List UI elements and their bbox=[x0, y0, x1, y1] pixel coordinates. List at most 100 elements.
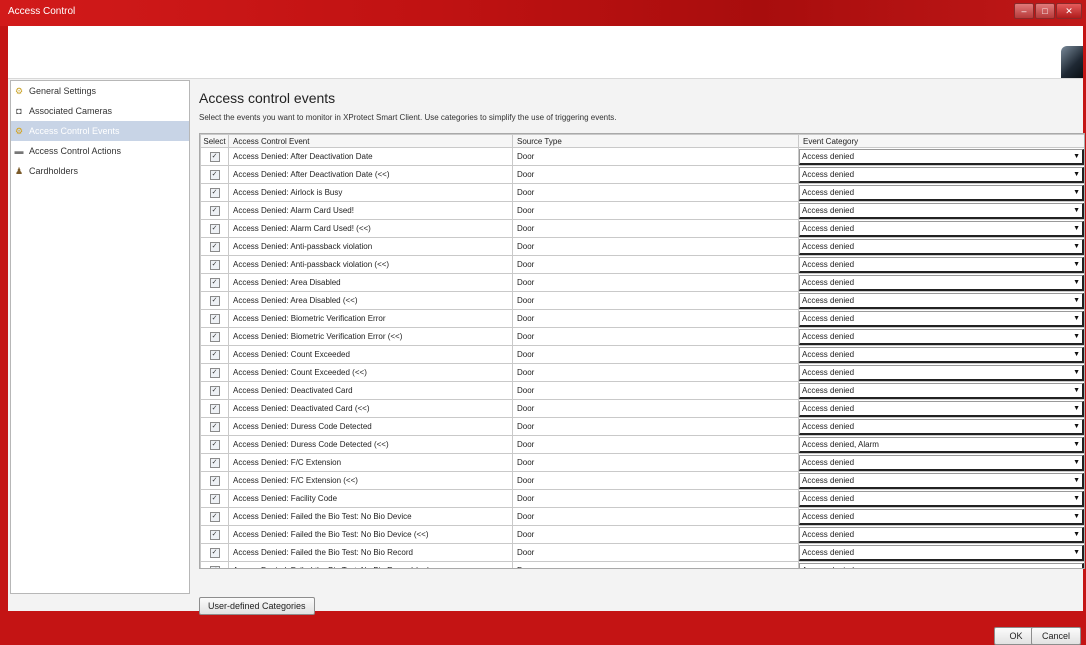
select-checkbox[interactable]: ✓ bbox=[209, 242, 220, 252]
maximize-button[interactable]: □ bbox=[1035, 3, 1055, 19]
table-row[interactable]: ✓ Access Denied: Count Exceeded (<<) Door A… bbox=[200, 363, 1084, 382]
column-header-select[interactable]: Select bbox=[200, 134, 229, 148]
select-checkbox[interactable]: ✓ bbox=[209, 224, 220, 234]
column-header-event[interactable]: Access Control Event bbox=[228, 134, 513, 148]
select-checkbox[interactable]: ✓ bbox=[209, 332, 220, 342]
select-checkbox[interactable]: ✓ bbox=[209, 152, 220, 162]
table-row[interactable]: ✓ Access Denied: Deactivated Card (<<) Doo… bbox=[200, 399, 1084, 418]
dropdown-arrow-icon[interactable]: ▼ bbox=[1073, 366, 1080, 379]
table-row[interactable]: ✓ Access Denied: Anti-passback violation … bbox=[200, 255, 1084, 274]
dropdown-arrow-icon[interactable]: ▼ bbox=[1073, 420, 1080, 433]
event-category-dropdown[interactable]: Access denied ▼ bbox=[799, 257, 1084, 273]
table-row[interactable]: ✓ Access Denied: F/C Extension (<<) Door Ac… bbox=[200, 471, 1084, 490]
event-category-dropdown[interactable]: Access denied ▼ bbox=[799, 239, 1084, 255]
sidebar-item-cardholders[interactable]: ♟ Cardholders bbox=[11, 161, 189, 181]
table-row[interactable]: ✓ Access Denied: Failed the Bio Test: No … bbox=[200, 561, 1084, 568]
table-row[interactable]: ✓ Access Denied: Anti-passback violation D… bbox=[200, 237, 1084, 256]
event-category-dropdown[interactable]: Access denied ▼ bbox=[799, 383, 1084, 399]
table-row[interactable]: ✓ Access Denied: Biometric Verification E… bbox=[200, 327, 1084, 346]
dropdown-arrow-icon[interactable]: ▼ bbox=[1073, 222, 1080, 235]
select-checkbox[interactable]: ✓ bbox=[209, 206, 220, 216]
table-row[interactable]: ✓ Access Denied: After Deactivation Date D… bbox=[200, 147, 1084, 166]
event-category-dropdown[interactable]: Access denied ▼ bbox=[799, 563, 1084, 568]
table-row[interactable]: ✓ Access Denied: Area Disabled Door Access … bbox=[200, 273, 1084, 292]
sidebar-item-access-control-events[interactable]: ⚙ Access Control Events bbox=[11, 121, 189, 141]
event-category-dropdown[interactable]: Access denied ▼ bbox=[799, 149, 1084, 165]
event-category-dropdown[interactable]: Access denied ▼ bbox=[799, 509, 1084, 525]
dropdown-arrow-icon[interactable]: ▼ bbox=[1073, 258, 1080, 271]
table-row[interactable]: ✓ Access Denied: Biometric Verification E… bbox=[200, 309, 1084, 328]
event-category-dropdown[interactable]: Access denied ▼ bbox=[799, 275, 1084, 291]
table-row[interactable]: ✓ Access Denied: Deactivated Card Door Acce… bbox=[200, 381, 1084, 400]
cancel-button[interactable]: Cancel bbox=[1031, 627, 1081, 645]
event-category-dropdown[interactable]: Access denied ▼ bbox=[799, 491, 1084, 507]
select-checkbox[interactable]: ✓ bbox=[209, 458, 220, 468]
event-category-dropdown[interactable]: Access denied ▼ bbox=[799, 365, 1084, 381]
event-category-dropdown[interactable]: Access denied ▼ bbox=[799, 311, 1084, 327]
events-grid[interactable]: Select Access Control Event Source Type … bbox=[199, 133, 1085, 569]
column-header-event-category[interactable]: Event Category bbox=[798, 134, 1084, 148]
event-category-dropdown[interactable]: Access denied ▼ bbox=[799, 545, 1084, 561]
event-category-dropdown[interactable]: Access denied ▼ bbox=[799, 527, 1084, 543]
table-row[interactable]: ✓ Access Denied: F/C Extension Door Access … bbox=[200, 453, 1084, 472]
select-checkbox[interactable]: ✓ bbox=[209, 350, 220, 360]
dropdown-arrow-icon[interactable]: ▼ bbox=[1073, 402, 1080, 415]
dropdown-arrow-icon[interactable]: ▼ bbox=[1073, 384, 1080, 397]
dropdown-arrow-icon[interactable]: ▼ bbox=[1073, 312, 1080, 325]
column-header-source-type[interactable]: Source Type bbox=[512, 134, 799, 148]
dropdown-arrow-icon[interactable]: ▼ bbox=[1073, 510, 1080, 523]
dropdown-arrow-icon[interactable]: ▼ bbox=[1073, 204, 1080, 217]
select-checkbox[interactable]: ✓ bbox=[209, 188, 220, 198]
event-category-dropdown[interactable]: Access denied ▼ bbox=[799, 329, 1084, 345]
select-checkbox[interactable]: ✓ bbox=[209, 314, 220, 324]
close-button[interactable]: ✕ bbox=[1056, 3, 1082, 19]
table-row[interactable]: ✓ Access Denied: Duress Code Detected Door… bbox=[200, 417, 1084, 436]
event-category-dropdown[interactable]: Access denied ▼ bbox=[799, 455, 1084, 471]
table-row[interactable]: ✓ Access Denied: Duress Code Detected (<<… bbox=[200, 435, 1084, 454]
table-row[interactable]: ✓ Access Denied: Failed the Bio Test: No … bbox=[200, 543, 1084, 562]
dropdown-arrow-icon[interactable]: ▼ bbox=[1073, 294, 1080, 307]
dropdown-arrow-icon[interactable]: ▼ bbox=[1073, 546, 1080, 559]
table-row[interactable]: ✓ Access Denied: Airlock is Busy Door Acces… bbox=[200, 183, 1084, 202]
dropdown-arrow-icon[interactable]: ▼ bbox=[1073, 186, 1080, 199]
dropdown-arrow-icon[interactable]: ▼ bbox=[1073, 564, 1080, 568]
select-checkbox[interactable]: ✓ bbox=[209, 494, 220, 504]
sidebar-item-general-settings[interactable]: ⚙ General Settings bbox=[11, 81, 189, 101]
select-checkbox[interactable]: ✓ bbox=[209, 386, 220, 396]
table-row[interactable]: ✓ Access Denied: After Deactivation Date … bbox=[200, 165, 1084, 184]
event-category-dropdown[interactable]: Access denied ▼ bbox=[799, 167, 1084, 183]
event-category-dropdown[interactable]: Access denied ▼ bbox=[799, 347, 1084, 363]
event-category-dropdown[interactable]: Access denied ▼ bbox=[799, 221, 1084, 237]
event-category-dropdown[interactable]: Access denied ▼ bbox=[799, 203, 1084, 219]
select-checkbox[interactable]: ✓ bbox=[209, 512, 220, 522]
dropdown-arrow-icon[interactable]: ▼ bbox=[1073, 168, 1080, 181]
dropdown-arrow-icon[interactable]: ▼ bbox=[1073, 150, 1080, 163]
dropdown-arrow-icon[interactable]: ▼ bbox=[1073, 276, 1080, 289]
select-checkbox[interactable]: ✓ bbox=[209, 440, 220, 450]
event-category-dropdown[interactable]: Access denied ▼ bbox=[799, 419, 1084, 435]
table-row[interactable]: ✓ Access Denied: Facility Code Door Access … bbox=[200, 489, 1084, 508]
table-row[interactable]: ✓ Access Denied: Area Disabled (<<) Door Ac… bbox=[200, 291, 1084, 310]
dropdown-arrow-icon[interactable]: ▼ bbox=[1073, 474, 1080, 487]
minimize-button[interactable]: – bbox=[1014, 3, 1034, 19]
sidebar-item-access-control-actions[interactable]: ▬ Access Control Actions bbox=[11, 141, 189, 161]
dropdown-arrow-icon[interactable]: ▼ bbox=[1073, 528, 1080, 541]
select-checkbox[interactable]: ✓ bbox=[209, 566, 220, 568]
event-category-dropdown[interactable]: Access denied ▼ bbox=[799, 185, 1084, 201]
select-checkbox[interactable]: ✓ bbox=[209, 260, 220, 270]
table-row[interactable]: ✓ Access Denied: Alarm Card Used! Door Acce… bbox=[200, 201, 1084, 220]
select-checkbox[interactable]: ✓ bbox=[209, 170, 220, 180]
event-category-dropdown[interactable]: Access denied ▼ bbox=[799, 473, 1084, 489]
select-checkbox[interactable]: ✓ bbox=[209, 530, 220, 540]
select-checkbox[interactable]: ✓ bbox=[209, 476, 220, 486]
select-checkbox[interactable]: ✓ bbox=[209, 278, 220, 288]
user-defined-categories-button[interactable]: User-defined Categories bbox=[199, 597, 315, 615]
event-category-dropdown[interactable]: Access denied ▼ bbox=[799, 293, 1084, 309]
dropdown-arrow-icon[interactable]: ▼ bbox=[1073, 492, 1080, 505]
table-row[interactable]: ✓ Access Denied: Count Exceeded Door Access… bbox=[200, 345, 1084, 364]
select-checkbox[interactable]: ✓ bbox=[209, 404, 220, 414]
dropdown-arrow-icon[interactable]: ▼ bbox=[1073, 348, 1080, 361]
table-row[interactable]: ✓ Access Denied: Failed the Bio Test: No … bbox=[200, 525, 1084, 544]
sidebar-item-associated-cameras[interactable]: ◘ Associated Cameras bbox=[11, 101, 189, 121]
select-checkbox[interactable]: ✓ bbox=[209, 296, 220, 306]
